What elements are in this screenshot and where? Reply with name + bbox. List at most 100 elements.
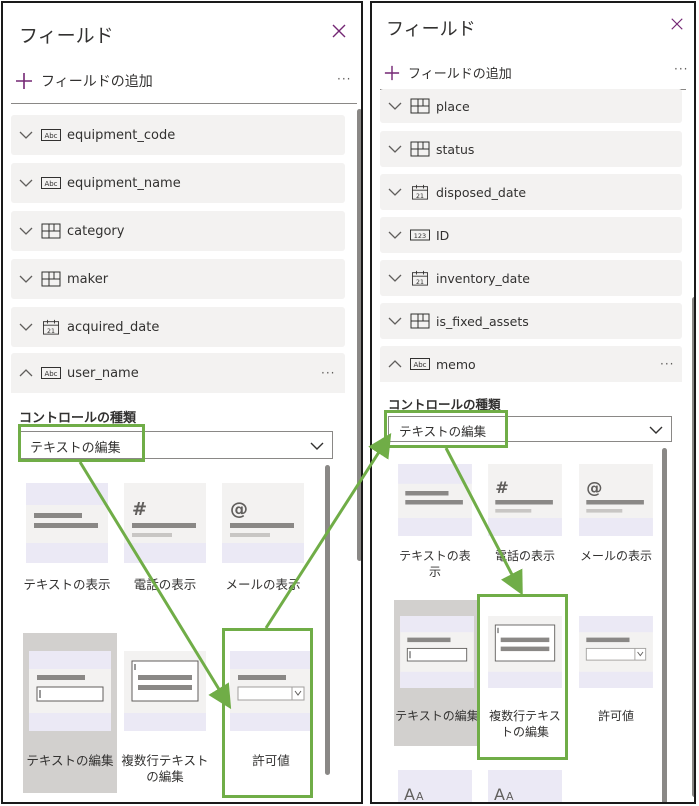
chevron-down-icon [649, 426, 663, 434]
tile-text-edit[interactable]: テキストの編集 [394, 600, 480, 746]
chevron-down-icon[interactable] [388, 185, 402, 199]
tile-text-display[interactable]: テキストの表示 [23, 483, 111, 623]
highlight-left-allowed-values [222, 628, 313, 798]
field-more-options-icon[interactable]: ··· [660, 358, 674, 370]
chevron-down-icon[interactable] [388, 142, 402, 156]
chevron-up-icon[interactable] [388, 357, 402, 371]
tile-more-2[interactable]: AA [488, 770, 564, 804]
scrollbar[interactable] [692, 297, 694, 797]
tiles-scrollbar[interactable] [325, 465, 330, 775]
field-row-equipment-name[interactable]: Abc equipment_name [11, 163, 345, 203]
choice-icon [410, 141, 430, 157]
tile-label: テキストの表示 [23, 577, 111, 592]
allowed-values-icon [579, 616, 653, 688]
tile-allowed-values[interactable]: 許可値 [574, 600, 658, 746]
chevron-down-icon[interactable] [388, 271, 402, 285]
more-options-icon[interactable]: ··· [674, 63, 688, 75]
add-field-button[interactable]: フィールドの追加 [384, 63, 512, 82]
tile-label: テキストの編集 [395, 709, 479, 723]
number-icon: 123 [410, 229, 430, 241]
field-name: equipment_name [67, 175, 181, 191]
svg-text:21: 21 [47, 328, 55, 335]
field-name: memo [436, 356, 476, 372]
chevron-down-icon[interactable] [19, 320, 33, 334]
svg-text:A: A [506, 790, 514, 803]
close-icon[interactable] [331, 23, 347, 39]
tile-text-edit[interactable]: テキストの編集 [23, 633, 117, 793]
text-abc-icon: Abc [41, 367, 61, 379]
chevron-down-icon [310, 442, 324, 450]
field-row-inventory-date[interactable]: 21 inventory_date [380, 260, 682, 296]
choice-icon [410, 313, 430, 329]
expanded-field-header[interactable]: Abc memo ··· [380, 346, 682, 382]
field-row-id[interactable]: 123 ID [380, 217, 682, 253]
tile-more-1[interactable]: AA [398, 770, 474, 804]
highlight-right-multiline [477, 594, 568, 760]
panel-title: フィールド [386, 19, 476, 40]
tile-email-display[interactable]: @ メールの表示 [574, 464, 658, 594]
field-row-maker[interactable]: maker [11, 259, 345, 299]
field-row-status[interactable]: status [380, 131, 682, 167]
add-field-label: フィールドの追加 [408, 67, 512, 82]
chevron-down-icon[interactable] [19, 176, 33, 190]
text-edit-icon [29, 651, 111, 731]
chevron-down-icon[interactable] [19, 224, 33, 238]
chevron-down-icon[interactable] [388, 228, 402, 242]
chevron-down-icon[interactable] [19, 272, 33, 286]
tile-text-display[interactable]: テキストの表示 [394, 464, 476, 594]
close-icon[interactable] [670, 17, 684, 31]
chevron-down-icon[interactable] [388, 99, 402, 113]
choice-icon [410, 98, 430, 114]
add-field-button[interactable]: フィールドの追加 [15, 71, 153, 91]
field-row-is-fixed-assets[interactable]: is_fixed_assets [380, 303, 682, 339]
more-options-icon[interactable]: ··· [337, 73, 351, 85]
multiline-edit-icon [124, 651, 206, 731]
text-display-icon [398, 464, 472, 536]
svg-text:A: A [416, 790, 424, 803]
tile-label: メールの表示 [225, 577, 301, 592]
svg-text:#: # [495, 478, 509, 497]
text-edit-icon [400, 616, 474, 688]
field-name: disposed_date [436, 184, 527, 200]
tile-phone-display[interactable]: # 電話の表示 [121, 483, 209, 623]
field-row-category[interactable]: category [11, 211, 345, 251]
svg-text:@: @ [586, 478, 602, 497]
text-abc-icon: Abc [410, 358, 430, 370]
chevron-down-icon[interactable] [388, 314, 402, 328]
chevron-down-icon[interactable] [19, 128, 33, 142]
tile-phone-display[interactable]: # 電話の表示 [484, 464, 566, 594]
svg-text:A: A [494, 785, 505, 804]
tile-label: メールの表示 [579, 549, 652, 563]
field-row-place[interactable]: place [380, 89, 682, 123]
field-more-options-icon[interactable]: ··· [321, 367, 335, 379]
text-display-icon [26, 483, 108, 563]
field-name: ID [436, 227, 450, 243]
svg-text:21: 21 [416, 193, 424, 200]
expanded-field-header[interactable]: Abc user_name ··· [11, 353, 345, 393]
svg-text:A: A [404, 785, 415, 804]
calendar-icon: 21 [412, 270, 428, 286]
field-row-acquired-date[interactable]: 21 acquired_date [11, 307, 345, 347]
header-divider [11, 103, 357, 104]
svg-text:Abc: Abc [413, 361, 426, 369]
tiles-scrollbar[interactable] [662, 448, 667, 802]
field-name: is_fixed_assets [436, 313, 529, 329]
text-abc-icon: Abc [41, 177, 61, 189]
text-abc-icon: Abc [41, 129, 61, 141]
tile-multiline-edit[interactable]: 複数行テキストの編集 [121, 633, 209, 793]
tile-email-display[interactable]: @ メールの表示 [219, 483, 307, 623]
field-row-equipment-code[interactable]: Abc equipment_code [11, 115, 345, 155]
field-name: maker [67, 271, 109, 287]
highlight-left-dropdown [18, 424, 145, 462]
field-name: user_name [67, 365, 139, 381]
svg-text:#: # [132, 499, 147, 520]
calendar-icon: 21 [43, 319, 59, 335]
choice-icon [41, 223, 61, 239]
field-name: acquired_date [67, 319, 160, 335]
email-display-icon: @ [579, 464, 653, 536]
phone-display-icon: # [488, 464, 562, 536]
scrollbar[interactable] [357, 109, 361, 561]
plus-icon [16, 73, 32, 89]
field-row-disposed-date[interactable]: 21 disposed_date [380, 174, 682, 210]
chevron-up-icon[interactable] [19, 366, 33, 380]
